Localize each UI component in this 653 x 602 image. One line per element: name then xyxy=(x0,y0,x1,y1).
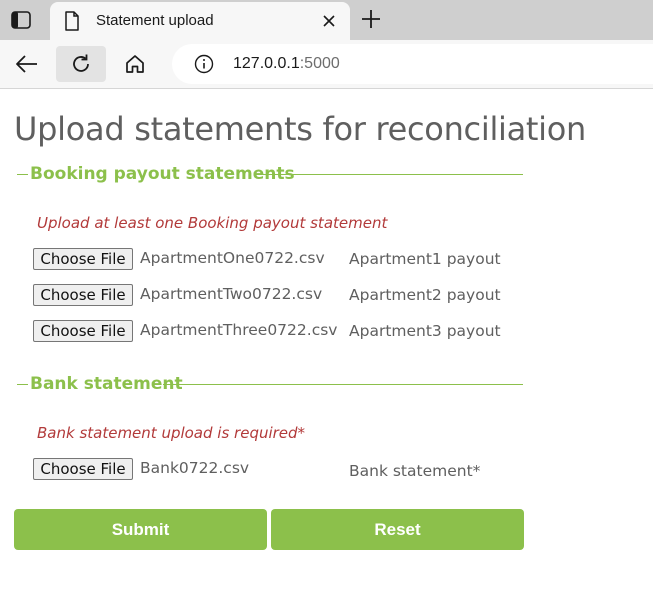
choose-file-button[interactable]: Choose File xyxy=(33,458,133,480)
bank-legend: Bank statement xyxy=(30,374,183,394)
file-label: Bank statement* xyxy=(349,462,481,480)
page-icon xyxy=(64,11,80,36)
new-tab-icon[interactable] xyxy=(360,8,382,35)
file-label: Apartment3 payout xyxy=(349,322,501,340)
submit-button[interactable]: Submit xyxy=(14,509,267,550)
file-row: Choose File ApartmentThree0722.csv Apart… xyxy=(33,320,513,344)
browser-toolbar: 127.0.0.1:5000 xyxy=(0,40,653,89)
booking-legend: Booking payout statements xyxy=(30,164,295,184)
file-label: Apartment2 payout xyxy=(349,286,501,304)
fieldset-border-left xyxy=(17,384,28,385)
file-name: Bank0722.csv xyxy=(140,459,250,477)
fieldset-border-right xyxy=(259,174,523,175)
fieldset-border-right xyxy=(163,384,523,385)
back-icon[interactable] xyxy=(2,46,52,82)
choose-file-button[interactable]: Choose File xyxy=(33,320,133,342)
tab-actions-icon[interactable] xyxy=(8,8,34,32)
url-host: 127.0.0.1 xyxy=(233,55,300,72)
address-bar[interactable]: 127.0.0.1:5000 xyxy=(172,44,653,84)
file-name: ApartmentOne0722.csv xyxy=(140,249,325,267)
file-label: Apartment1 payout xyxy=(349,250,501,268)
fieldset-border-left xyxy=(17,174,28,175)
refresh-icon[interactable] xyxy=(56,46,106,82)
choose-file-button[interactable]: Choose File xyxy=(33,284,133,306)
file-row: Choose File ApartmentOne0722.csv Apartme… xyxy=(33,248,513,272)
file-row: Choose File ApartmentTwo0722.csv Apartme… xyxy=(33,284,513,308)
close-tab-icon[interactable] xyxy=(320,12,338,35)
file-name: ApartmentTwo0722.csv xyxy=(140,285,323,303)
booking-hint: Upload at least one Booking payout state… xyxy=(37,214,388,232)
file-row: Choose File Bank0722.csv Bank statement* xyxy=(33,458,513,482)
file-name: ApartmentThree0722.csv xyxy=(140,321,338,339)
url-text[interactable]: 127.0.0.1:5000 xyxy=(233,55,340,73)
choose-file-button[interactable]: Choose File xyxy=(33,248,133,270)
page-content: Upload statements for reconciliation Boo… xyxy=(0,89,653,602)
site-info-icon[interactable] xyxy=(194,54,214,79)
browser-tab-bar: Statement upload xyxy=(0,0,653,40)
page-title: Upload statements for reconciliation xyxy=(14,110,587,148)
home-icon[interactable] xyxy=(110,46,160,82)
browser-tab[interactable]: Statement upload xyxy=(50,2,350,40)
bank-hint: Bank statement upload is required* xyxy=(37,424,306,442)
url-port: :5000 xyxy=(299,55,340,72)
reset-button[interactable]: Reset xyxy=(271,509,524,550)
tab-title: Statement upload xyxy=(96,12,214,29)
